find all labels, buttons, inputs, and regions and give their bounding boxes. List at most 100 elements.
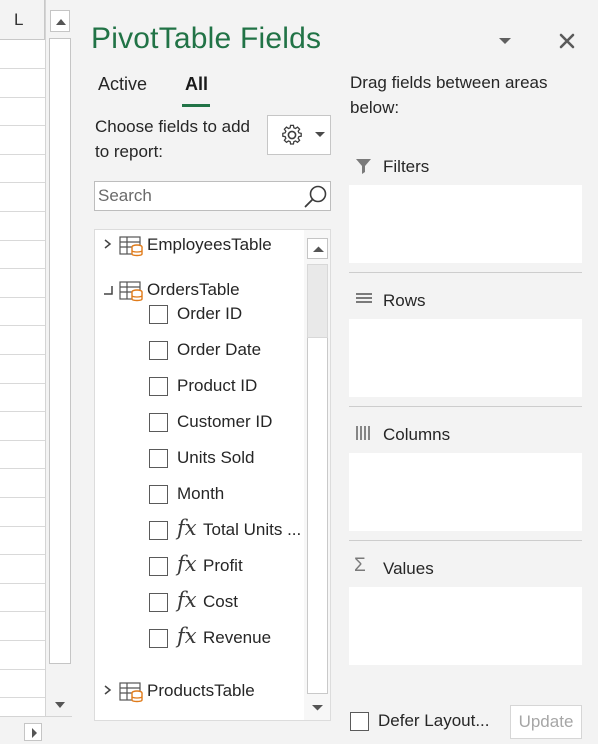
field-label: Order Date (177, 340, 262, 359)
row-gridline (0, 153, 45, 155)
calculated-field-icon: fx (177, 552, 197, 576)
values-area-label: Values (383, 559, 434, 578)
defer-layout-checkbox[interactable] (350, 712, 369, 731)
field-label: Order ID (177, 304, 243, 323)
column-header-l[interactable]: L (0, 0, 45, 40)
table-icon (119, 236, 143, 257)
update-button[interactable]: Update (510, 705, 582, 739)
chevron-right-icon (32, 728, 37, 738)
task-pane-options-button[interactable] (492, 30, 518, 52)
rows-icon (356, 293, 372, 303)
field-label: Month (177, 484, 225, 503)
calculated-field-icon: fx (177, 588, 197, 612)
chevron-up-icon (313, 246, 324, 252)
row-gridline (0, 268, 45, 270)
field-checkbox[interactable] (149, 521, 168, 540)
field-list-tools-button[interactable] (267, 115, 331, 155)
field-list[interactable]: EmployeesTable OrdersTable Order ID Orde… (94, 229, 331, 721)
row-gridline (0, 296, 45, 298)
field-checkbox[interactable] (149, 341, 168, 360)
row-gridline (0, 211, 45, 212)
filters-area-label: Filters (383, 157, 430, 176)
field-checkbox[interactable] (149, 485, 168, 504)
table-icon (119, 281, 143, 302)
worksheet-horizontal-scrollbar[interactable] (0, 716, 72, 744)
columns-icon (356, 426, 370, 440)
field-order-date[interactable]: Order Date (95, 338, 303, 368)
rows-drop-area[interactable] (349, 319, 582, 397)
table-icon (119, 682, 143, 703)
field-checkbox[interactable] (149, 413, 168, 432)
search-icon[interactable] (303, 184, 329, 210)
filter-icon (356, 159, 371, 174)
field-checkbox[interactable] (149, 629, 168, 648)
chevron-right-icon[interactable] (101, 237, 113, 251)
row-gridline (0, 554, 45, 556)
chevron-down-icon (499, 38, 511, 44)
table-node-orders[interactable]: OrdersTable (95, 278, 303, 304)
worksheet-vertical-scrollbar[interactable] (45, 0, 72, 716)
table-node-products[interactable]: ProductsTable (95, 679, 303, 705)
field-label: Profit (203, 556, 243, 575)
field-label: Cost (203, 592, 238, 611)
scroll-down-button[interactable] (50, 694, 70, 716)
scroll-down-button[interactable] (307, 698, 328, 718)
field-month[interactable]: Month (95, 482, 303, 512)
field-total-units[interactable]: fx Total Units ... (95, 516, 303, 548)
area-divider (349, 272, 582, 273)
field-cost[interactable]: fx Cost (95, 588, 303, 620)
field-checkbox[interactable] (149, 305, 168, 324)
field-revenue[interactable]: fx Revenue (95, 624, 303, 656)
row-gridline (0, 582, 45, 584)
row-gridline (0, 439, 45, 441)
row-gridline (0, 68, 45, 69)
field-checkbox[interactable] (149, 449, 168, 468)
scroll-thumb[interactable] (307, 264, 328, 338)
tab-all[interactable]: All (185, 74, 208, 95)
chevron-up-icon (56, 19, 66, 25)
field-checkbox[interactable] (149, 557, 168, 576)
field-product-id[interactable]: Product ID (95, 374, 303, 404)
values-drop-area[interactable] (349, 587, 582, 665)
row-gridline (0, 525, 45, 527)
filters-drop-area[interactable] (349, 185, 582, 263)
table-node-employees[interactable]: EmployeesTable (95, 233, 303, 259)
pane-title: PivotTable Fields (91, 22, 322, 55)
search-input[interactable] (95, 182, 300, 210)
scroll-thumb[interactable] (49, 38, 71, 664)
chevron-down-icon (315, 132, 325, 137)
field-order-id[interactable]: Order ID (95, 302, 303, 332)
scroll-right-button[interactable] (24, 723, 42, 741)
field-label: Customer ID (177, 412, 273, 431)
row-gridline (0, 354, 45, 355)
collapse-arrow-icon[interactable] (101, 282, 113, 296)
field-profit[interactable]: fx Profit (95, 552, 303, 584)
rows-area-label: Rows (383, 291, 426, 310)
row-gridline (0, 468, 45, 470)
close-button[interactable] (554, 28, 580, 54)
field-checkbox[interactable] (149, 593, 168, 612)
row-gridline (0, 182, 45, 184)
selected-tab-indicator (182, 104, 210, 107)
row-gridline (0, 497, 45, 498)
close-icon (559, 33, 575, 49)
field-customer-id[interactable]: Customer ID (95, 410, 303, 440)
sigma-icon: Σ (354, 555, 366, 576)
field-label: Product ID (177, 376, 258, 395)
worksheet-grid[interactable] (0, 0, 46, 744)
area-divider (349, 540, 582, 541)
search-box[interactable] (94, 181, 331, 211)
scroll-up-button[interactable] (307, 238, 328, 259)
field-list-scrollbar[interactable] (304, 230, 330, 720)
columns-drop-area[interactable] (349, 453, 582, 531)
tab-active[interactable]: Active (98, 74, 147, 95)
row-gridline (0, 239, 45, 241)
field-units-sold[interactable]: Units Sold (95, 446, 303, 476)
row-gridline (0, 125, 45, 127)
scroll-track[interactable] (307, 338, 328, 694)
row-gridline (0, 668, 45, 670)
field-checkbox[interactable] (149, 377, 168, 396)
row-gridline (0, 697, 45, 699)
scroll-up-button[interactable] (50, 10, 70, 32)
chevron-right-icon[interactable] (101, 683, 113, 697)
